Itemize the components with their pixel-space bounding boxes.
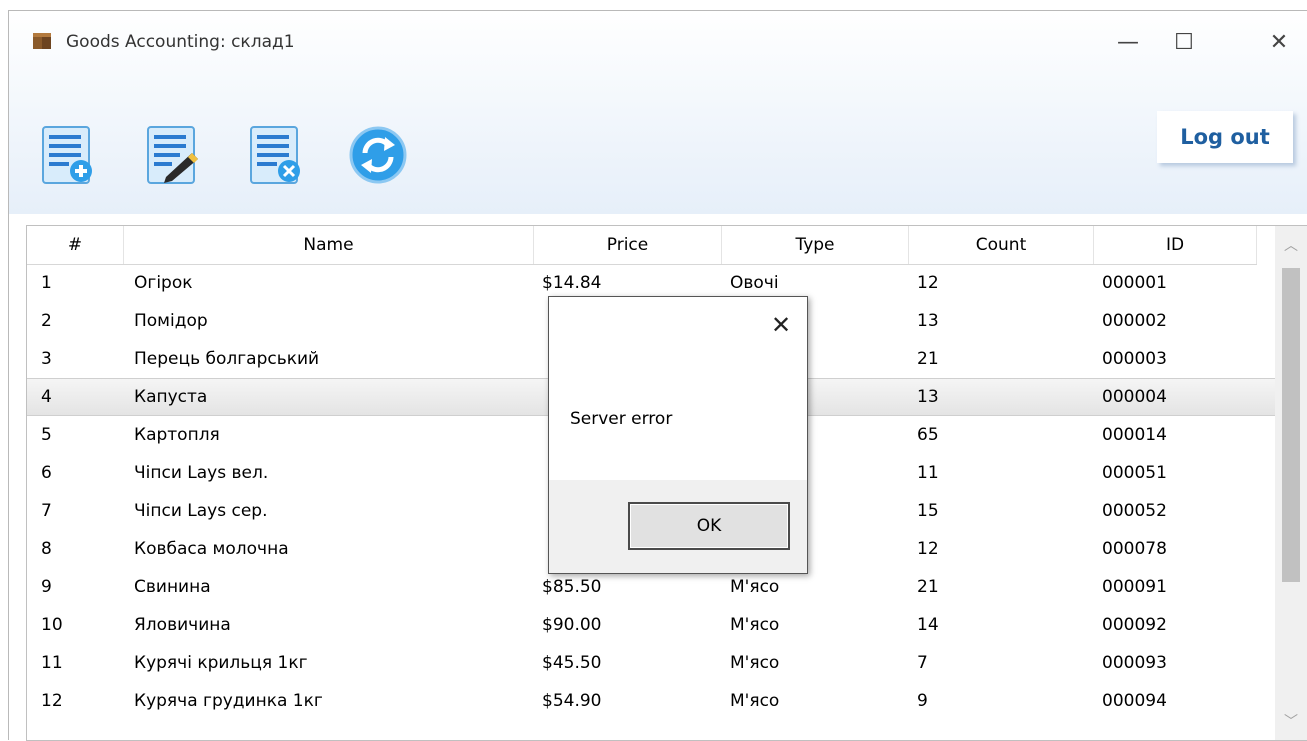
column-header-type[interactable]: Type	[722, 226, 909, 264]
table-row[interactable]: 12 Куряча грудинка 1кг $54.90 М'ясо 9 000094	[27, 682, 1277, 720]
edit-item-button[interactable]	[144, 123, 202, 187]
scroll-down-icon[interactable]: ﹀	[1275, 702, 1307, 740]
close-button[interactable]: ✕	[1256, 25, 1302, 59]
refresh-icon	[349, 126, 407, 184]
item-type: Овочі	[730, 273, 779, 293]
item-type: М'ясо	[730, 691, 780, 711]
item-type: М'ясо	[730, 653, 780, 673]
item-name: Чіпси Lays вел.	[134, 463, 269, 483]
list-delete-icon	[250, 126, 300, 184]
item-price: $85.50	[542, 577, 602, 597]
dialog-close-button[interactable]: ✕	[767, 311, 795, 339]
row-number: 2	[41, 311, 52, 331]
column-header-number[interactable]: #	[27, 226, 124, 264]
item-name: Огірок	[134, 273, 193, 293]
item-count: 21	[917, 349, 939, 369]
item-count: 12	[917, 273, 939, 293]
item-name: Яловичина	[134, 615, 231, 635]
row-number: 10	[41, 615, 63, 635]
row-number: 7	[41, 501, 52, 521]
item-name: Курячі крильця 1кг	[134, 653, 308, 673]
vertical-scrollbar[interactable]: ︿ ﹀	[1275, 226, 1307, 740]
item-count: 9	[917, 691, 928, 711]
list-edit-icon	[147, 126, 198, 184]
item-count: 21	[917, 577, 939, 597]
item-id: 000051	[1102, 463, 1167, 483]
item-name: Свинина	[134, 577, 211, 597]
item-count: 12	[917, 539, 939, 559]
logout-button[interactable]: Log out	[1157, 111, 1293, 163]
item-type: М'ясо	[730, 577, 780, 597]
table-header: # Name Price Type Count ID	[27, 226, 1257, 265]
item-id: 000001	[1102, 273, 1167, 293]
dialog-message: Server error	[570, 409, 673, 429]
delete-item-button[interactable]	[247, 123, 305, 187]
row-number: 3	[41, 349, 52, 369]
row-number: 1	[41, 273, 52, 293]
item-price: $45.50	[542, 653, 602, 673]
column-header-id[interactable]: ID	[1094, 226, 1257, 264]
item-name: Чіпси Lays сер.	[134, 501, 268, 521]
item-count: 14	[917, 615, 939, 635]
dialog-footer: OK	[549, 480, 807, 573]
toolbar: Log out	[9, 73, 1307, 214]
item-id: 000094	[1102, 691, 1167, 711]
title-bar[interactable]: Goods Accounting: склад1 — ☐ ✕	[9, 11, 1307, 73]
row-number: 5	[41, 425, 52, 445]
refresh-button[interactable]	[349, 123, 407, 187]
item-id: 000003	[1102, 349, 1167, 369]
ok-button[interactable]: OK	[628, 502, 790, 550]
item-id: 000093	[1102, 653, 1167, 673]
item-name: Куряча грудинка 1кг	[134, 691, 323, 711]
row-number: 6	[41, 463, 52, 483]
scrollbar-thumb[interactable]	[1282, 268, 1300, 582]
item-id: 000002	[1102, 311, 1167, 331]
item-price: $14.84	[542, 273, 602, 293]
row-number: 12	[41, 691, 63, 711]
row-number: 4	[41, 387, 52, 407]
list-add-icon	[42, 126, 92, 184]
column-header-count[interactable]: Count	[909, 226, 1094, 264]
item-id: 000078	[1102, 539, 1167, 559]
item-name: Ковбаса молочна	[134, 539, 289, 559]
row-number: 11	[41, 653, 63, 673]
error-dialog: ✕ Server error OK	[548, 296, 808, 574]
item-price: $90.00	[542, 615, 602, 635]
item-count: 65	[917, 425, 939, 445]
add-item-button[interactable]	[39, 123, 97, 187]
item-count: 7	[917, 653, 928, 673]
item-id: 000014	[1102, 425, 1167, 445]
item-name: Помідор	[134, 311, 208, 331]
table-row[interactable]: 10 Яловичина $90.00 М'ясо 14 000092	[27, 606, 1277, 644]
item-name: Перець болгарський	[134, 349, 320, 369]
maximize-button[interactable]: ☐	[1161, 25, 1207, 59]
minimize-button[interactable]: —	[1105, 25, 1151, 59]
item-price: $54.90	[542, 691, 602, 711]
item-id: 000091	[1102, 577, 1167, 597]
item-name: Картопля	[134, 425, 220, 445]
item-type: М'ясо	[730, 615, 780, 635]
item-id: 000052	[1102, 501, 1167, 521]
column-header-name[interactable]: Name	[124, 226, 534, 264]
item-name: Капуста	[134, 387, 208, 407]
box-icon	[33, 33, 51, 49]
table-row[interactable]: 11 Курячі крильця 1кг $45.50 М'ясо 7 000093	[27, 644, 1277, 682]
row-number: 8	[41, 539, 52, 559]
column-header-price[interactable]: Price	[534, 226, 722, 264]
window-title: Goods Accounting: склад1	[66, 32, 295, 52]
item-count: 11	[917, 463, 939, 483]
item-count: 13	[917, 387, 939, 407]
item-count: 15	[917, 501, 939, 521]
row-number: 9	[41, 577, 52, 597]
scroll-up-icon[interactable]: ︿	[1275, 226, 1307, 264]
item-id: 000092	[1102, 615, 1167, 635]
item-id: 000004	[1102, 387, 1167, 407]
item-count: 13	[917, 311, 939, 331]
